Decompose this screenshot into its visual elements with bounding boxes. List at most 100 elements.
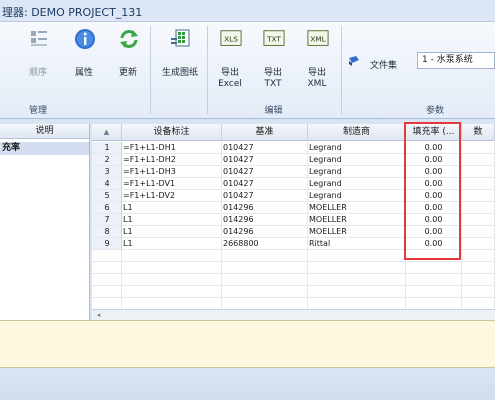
txt-file-icon: TXT [263,30,285,46]
left-pane-header[interactable]: 说明 [0,124,89,139]
left-pane: 说明 充率 [0,124,90,320]
xls-icon-text: XLS [224,35,238,44]
cell-manufacturer[interactable]: Legrand [308,154,406,166]
cell-device-tag[interactable]: L1 [122,202,222,214]
col-reference[interactable]: 基准 [222,124,308,141]
file-set-dropdown[interactable]: 1 - 水泵系统 [417,52,495,69]
cell-manufacturer[interactable]: MOELLER [308,202,406,214]
empty-cell [122,274,222,286]
export-excel-label-1: 导出 [220,68,239,78]
cell-device-tag[interactable]: L1 [122,226,222,238]
export-txt-button[interactable]: TXT 导出 TXT [253,28,293,89]
export-excel-button[interactable]: XLS 导出 Excel [210,28,250,89]
empty-cell [122,250,222,262]
generate-drawing-label: 生成图纸 [161,68,198,78]
cell-manufacturer[interactable]: Legrand [308,178,406,190]
export-xml-label-2: XML [307,79,327,89]
empty-row [92,274,495,286]
order-label: 顺序 [28,68,47,78]
empty-cell [406,274,462,286]
empty-cell [308,274,406,286]
cell-reference[interactable]: 010427 [222,190,308,202]
export-txt-label-1: 导出 [263,68,282,78]
empty-cell [406,262,462,274]
export-xml-label-1: 导出 [307,68,326,78]
xml-icon-text: XML [310,35,326,44]
cell-manufacturer[interactable]: Rittal [308,238,406,250]
cell-extra[interactable] [462,238,495,250]
cell-reference[interactable]: 014296 [222,202,308,214]
row-number[interactable]: 8 [92,226,122,238]
empty-cell [92,262,122,274]
empty-cell [222,250,308,262]
window-title: 理器: DEMO PROJECT_131 [2,6,143,19]
cell-manufacturer[interactable]: Legrand [308,190,406,202]
cell-reference[interactable]: 010427 [222,166,308,178]
empty-cell [92,274,122,286]
notes-pane [0,320,495,368]
file-set-icon [349,56,359,66]
col-extra[interactable]: 数 [462,124,495,141]
row-number[interactable]: 7 [92,214,122,226]
grid-icon [171,29,190,47]
empty-cell [308,250,406,262]
file-set-label: 文件集 [370,61,398,71]
cell-extra[interactable] [462,190,495,202]
cell-extra[interactable] [462,154,495,166]
row-number[interactable]: 9 [92,238,122,250]
cell-reference[interactable]: 014296 [222,214,308,226]
cell-extra[interactable] [462,202,495,214]
highlight-box [404,122,461,260]
group-separator [341,26,342,114]
row-number[interactable]: 3 [92,166,122,178]
row-number[interactable]: 4 [92,178,122,190]
cell-extra[interactable] [462,142,495,154]
cell-reference[interactable]: 2668800 [222,238,308,250]
export-excel-label-2: Excel [218,79,242,89]
empty-cell [92,286,122,298]
cell-device-tag[interactable]: =F1+L1-DV2 [122,190,222,202]
row-number[interactable]: 2 [92,154,122,166]
cell-manufacturer[interactable]: MOELLER [308,214,406,226]
cell-manufacturer[interactable]: MOELLER [308,226,406,238]
refresh-icon [120,30,138,48]
col-manufacturer[interactable]: 制造商 [308,124,406,141]
cell-device-tag[interactable]: L1 [122,214,222,226]
properties-button[interactable]: 属性 [64,28,104,88]
left-pane-selected-item[interactable]: 充率 [0,142,89,155]
cell-extra[interactable] [462,226,495,238]
cell-device-tag[interactable]: =F1+L1-DH2 [122,154,222,166]
generate-drawing-button[interactable]: 生成图纸 [158,28,202,88]
cell-reference[interactable]: 010427 [222,154,308,166]
empty-cell [222,286,308,298]
row-number[interactable]: 5 [92,190,122,202]
row-number[interactable]: 1 [92,142,122,154]
cell-extra[interactable] [462,166,495,178]
sort-icon[interactable]: ▲ [92,124,122,141]
empty-cell [122,262,222,274]
order-button[interactable]: 顺序 [18,28,58,88]
cell-reference[interactable]: 010427 [222,178,308,190]
update-button[interactable]: 更新 [108,28,148,88]
cell-device-tag[interactable]: =F1+L1-DH1 [122,142,222,154]
empty-row [92,286,495,298]
empty-cell [92,250,122,262]
cell-manufacturer[interactable]: Legrand [308,166,406,178]
empty-cell [222,274,308,286]
group-separator [150,26,151,114]
row-number[interactable]: 6 [92,202,122,214]
export-txt-label-2: TXT [264,79,282,89]
cell-reference[interactable]: 014296 [222,226,308,238]
col-device-tag[interactable]: 设备标注 [122,124,222,141]
cell-extra[interactable] [462,214,495,226]
cell-reference[interactable]: 010427 [222,142,308,154]
cell-device-tag[interactable]: L1 [122,238,222,250]
cell-manufacturer[interactable]: Legrand [308,142,406,154]
xml-file-icon: XML [307,30,329,46]
cell-extra[interactable] [462,178,495,190]
cell-device-tag[interactable]: =F1+L1-DV1 [122,178,222,190]
scroll-left-icon[interactable]: ◂ [94,311,103,320]
cell-device-tag[interactable]: =F1+L1-DH3 [122,166,222,178]
horizontal-scrollbar[interactable]: ◂ [92,309,495,320]
export-xml-button[interactable]: XML 导出 XML [297,28,337,89]
